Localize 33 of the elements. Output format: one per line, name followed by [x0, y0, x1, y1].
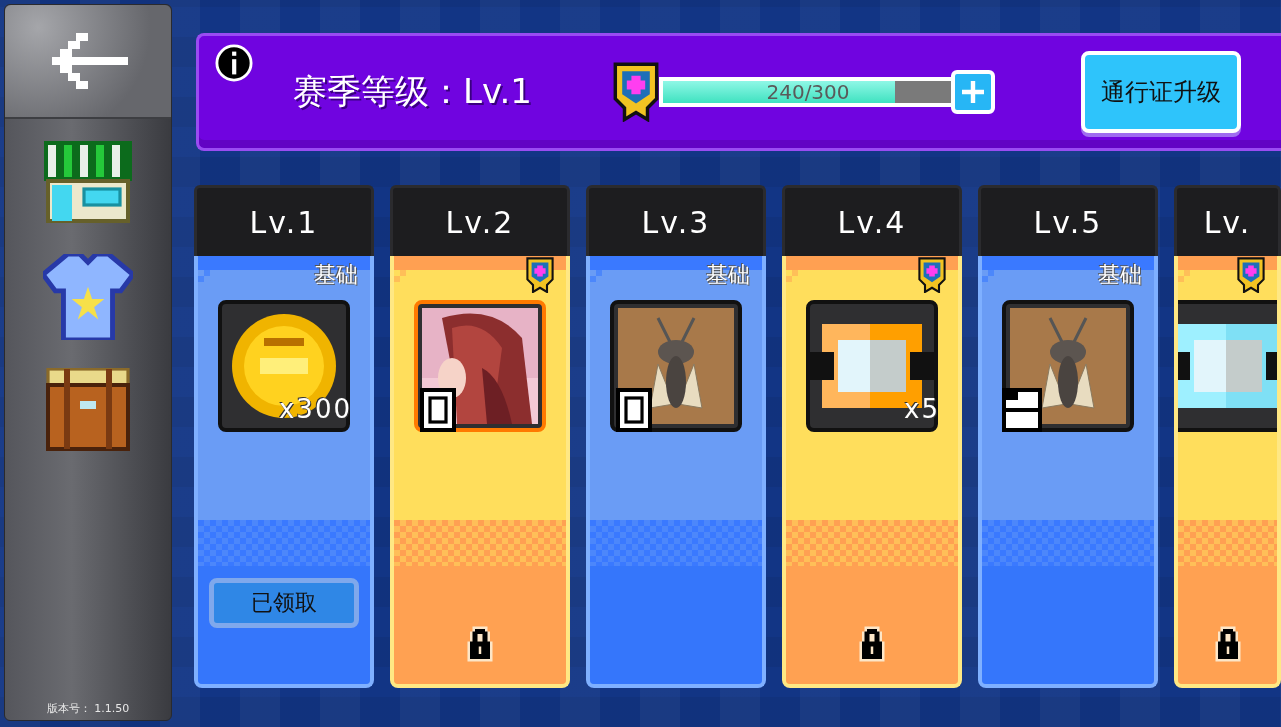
- badge-icon: [526, 256, 554, 294]
- level-label: Lv.4: [837, 204, 907, 240]
- shop-icon: [44, 141, 132, 225]
- tier-tag: 基础: [1098, 260, 1142, 290]
- back-button[interactable]: [5, 5, 171, 119]
- cicada-icon: [618, 308, 734, 424]
- item-count: x5: [904, 394, 940, 424]
- level-label: Lv.: [1203, 204, 1252, 240]
- reward-item-slot[interactable]: [610, 300, 742, 432]
- reward-item-slot[interactable]: [414, 300, 546, 432]
- plus-icon: [962, 81, 984, 103]
- info-icon[interactable]: [215, 44, 253, 82]
- season-level-title: 赛季等级：Lv.1: [293, 70, 533, 113]
- progress-reading: 240/300: [765, 80, 851, 104]
- reward-item-slot[interactable]: [1178, 300, 1277, 432]
- claimed-button[interactable]: 已领取: [209, 578, 359, 628]
- level-label: Lv.2: [445, 204, 515, 240]
- padlock-icon: [857, 624, 887, 664]
- badge-icon: [613, 62, 659, 122]
- t-shirt-icon: [43, 254, 133, 340]
- backpack-icon: [44, 368, 132, 454]
- reward-item-slot[interactable]: x5: [806, 300, 938, 432]
- reward-item-slot[interactable]: [1002, 300, 1134, 432]
- tier-tag: 基础: [314, 260, 358, 290]
- tier-tag: 基础: [706, 260, 750, 290]
- level-label: Lv.1: [249, 204, 319, 240]
- level-label: Lv.5: [1033, 204, 1103, 240]
- padlock-icon: [465, 624, 495, 664]
- cicada-icon: [1010, 308, 1126, 424]
- version-label: 版本号： 1.1.50: [46, 701, 130, 716]
- level-label: Lv.3: [641, 204, 711, 240]
- badge-icon: [1237, 256, 1265, 294]
- badge-icon: [918, 256, 946, 294]
